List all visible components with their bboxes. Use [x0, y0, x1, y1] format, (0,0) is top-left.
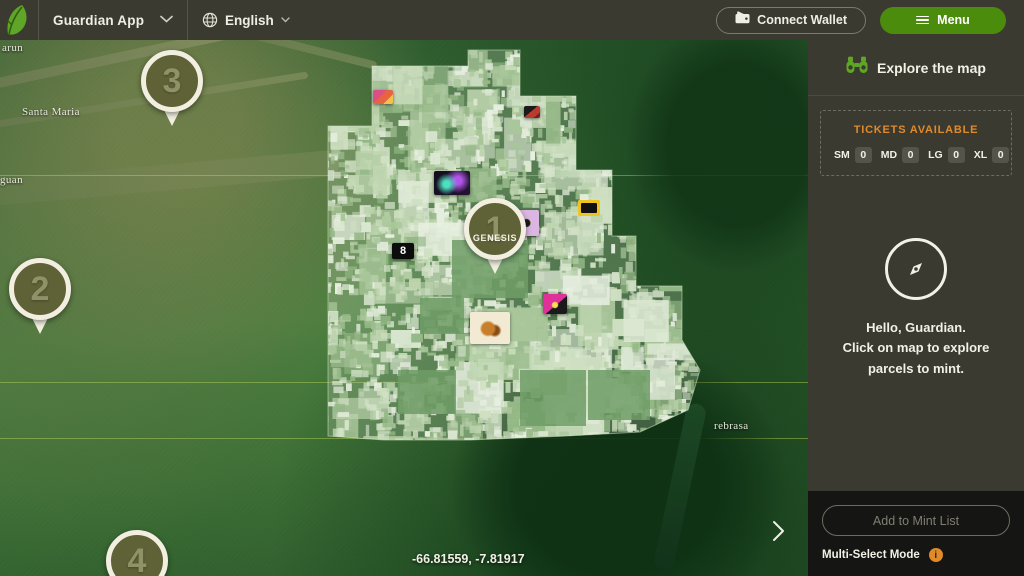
- connect-wallet-button[interactable]: Connect Wallet: [716, 6, 866, 34]
- ticket-count: 0: [902, 147, 920, 163]
- tickets-available-panel: TICKETS AVAILABLE SM 0 MD 0 LG 0 XL 0: [820, 110, 1012, 176]
- empty-state-line-1: Hello, Guardian.: [866, 320, 966, 336]
- map-gridline: [0, 382, 808, 383]
- place-label: arun: [2, 42, 24, 54]
- terrain-river: [0, 149, 341, 209]
- parcel-count-badge-8[interactable]: 8: [392, 243, 415, 259]
- nft-thumb-cream-swirl[interactable]: [470, 312, 510, 344]
- chevron-right-icon[interactable]: [772, 520, 786, 546]
- app-selector[interactable]: Guardian App: [39, 0, 187, 40]
- wallet-icon: [735, 11, 750, 29]
- ticket-count: 0: [947, 147, 965, 163]
- map-marker-2[interactable]: 2: [9, 258, 71, 338]
- map-texture: [0, 40, 808, 576]
- explore-map-header[interactable]: Explore the map: [808, 40, 1024, 96]
- sidebar-panel: Explore the map TICKETS AVAILABLE SM 0 M…: [808, 40, 1024, 576]
- multi-select-mode-row[interactable]: Multi-Select Mode i: [822, 548, 1010, 562]
- terrain-forest: [628, 40, 808, 270]
- menu-button[interactable]: Menu: [880, 6, 1006, 34]
- chevron-down-icon: [281, 15, 290, 26]
- explore-map-label: Explore the map: [877, 59, 986, 76]
- compass-icon: [885, 238, 947, 301]
- app-root: Guardian App English Connect Wallet Menu…: [0, 0, 1024, 576]
- info-icon[interactable]: i: [928, 548, 943, 562]
- marker-number: 3: [162, 62, 182, 100]
- language-selector[interactable]: English: [188, 0, 304, 40]
- nft-thumb-neon-dark[interactable]: [434, 171, 470, 195]
- parcel-grid: [327, 49, 701, 441]
- empty-state-line-2: Click on map to explore: [842, 340, 990, 356]
- chevron-down-icon: [160, 15, 173, 26]
- ticket-count: 0: [854, 147, 872, 163]
- nft-thumb-magenta[interactable]: [543, 294, 567, 314]
- tickets-row: SM 0 MD 0 LG 0 XL 0 X: [821, 147, 1011, 163]
- marker-genesis-label: GENESIS: [472, 233, 518, 243]
- ticket-size-label: LG: [928, 149, 943, 161]
- ticket-count: 0: [992, 147, 1010, 163]
- ticket-md[interactable]: MD 0: [880, 147, 920, 163]
- marker-pin: 4: [106, 530, 168, 576]
- map-marker-1-genesis[interactable]: 1 GENESIS: [464, 198, 526, 278]
- ticket-sm[interactable]: SM 0: [834, 147, 872, 163]
- place-label: rebrasa: [714, 420, 749, 432]
- nft-thumb-pink-red[interactable]: [373, 90, 393, 104]
- marker-number: 2: [30, 270, 50, 308]
- place-label: guan: [0, 174, 23, 186]
- empty-state-line-3: parcels to mint.: [867, 360, 965, 376]
- terrain-river: [0, 40, 278, 92]
- ticket-size-label: MD: [880, 149, 898, 161]
- globe-icon: [202, 12, 218, 28]
- multi-select-mode-label: Multi-Select Mode: [822, 549, 920, 561]
- map-marker-4[interactable]: 4: [106, 530, 168, 576]
- tickets-title: TICKETS AVAILABLE: [853, 124, 979, 136]
- leaf-logo-icon[interactable]: [0, 0, 38, 40]
- sidebar-footer: Add to Mint List Multi-Select Mode i: [808, 491, 1024, 576]
- marker-pin: 1: [464, 198, 526, 260]
- hamburger-icon: [916, 15, 930, 25]
- ticket-size-label: SM: [834, 149, 850, 161]
- binoculars-icon: [846, 56, 868, 79]
- marker-number: 4: [127, 542, 147, 576]
- empty-state-text: Hello, Guardian. Click on map to explore…: [843, 318, 990, 378]
- marker-pin: 2: [9, 258, 71, 320]
- sidebar-empty-state: Hello, Guardian. Click on map to explore…: [808, 176, 1024, 491]
- place-label: Santa Maria: [22, 106, 80, 118]
- map-marker-3[interactable]: 3: [141, 50, 203, 130]
- ticket-xl[interactable]: XL 0: [973, 147, 1010, 163]
- top-bar: Guardian App English Connect Wallet Menu: [0, 0, 1024, 40]
- add-to-mint-list-button[interactable]: Add to Mint List: [822, 505, 1010, 536]
- nft-thumb-yellow-frame[interactable]: [578, 200, 600, 216]
- map-gridline: [0, 175, 808, 176]
- nft-thumb-dark-red[interactable]: [524, 106, 540, 118]
- marker-pin: 3: [141, 50, 203, 112]
- terrain-forest: [448, 336, 788, 576]
- app-selector-label: Guardian App: [53, 12, 145, 28]
- language-selector-label: English: [225, 12, 274, 28]
- menu-label: Menu: [937, 13, 970, 27]
- terrain-river-bend: [652, 401, 708, 573]
- connect-wallet-label: Connect Wallet: [757, 13, 847, 27]
- map-gridline: [0, 438, 808, 439]
- map-coordinates: -66.81559, -7.81917: [412, 552, 525, 566]
- map-canvas[interactable]: arun Santa Maria guan rebrasa 8 3 2 1 GE…: [0, 40, 808, 576]
- ticket-lg[interactable]: LG 0: [928, 147, 965, 163]
- ticket-size-label: XL: [973, 149, 988, 161]
